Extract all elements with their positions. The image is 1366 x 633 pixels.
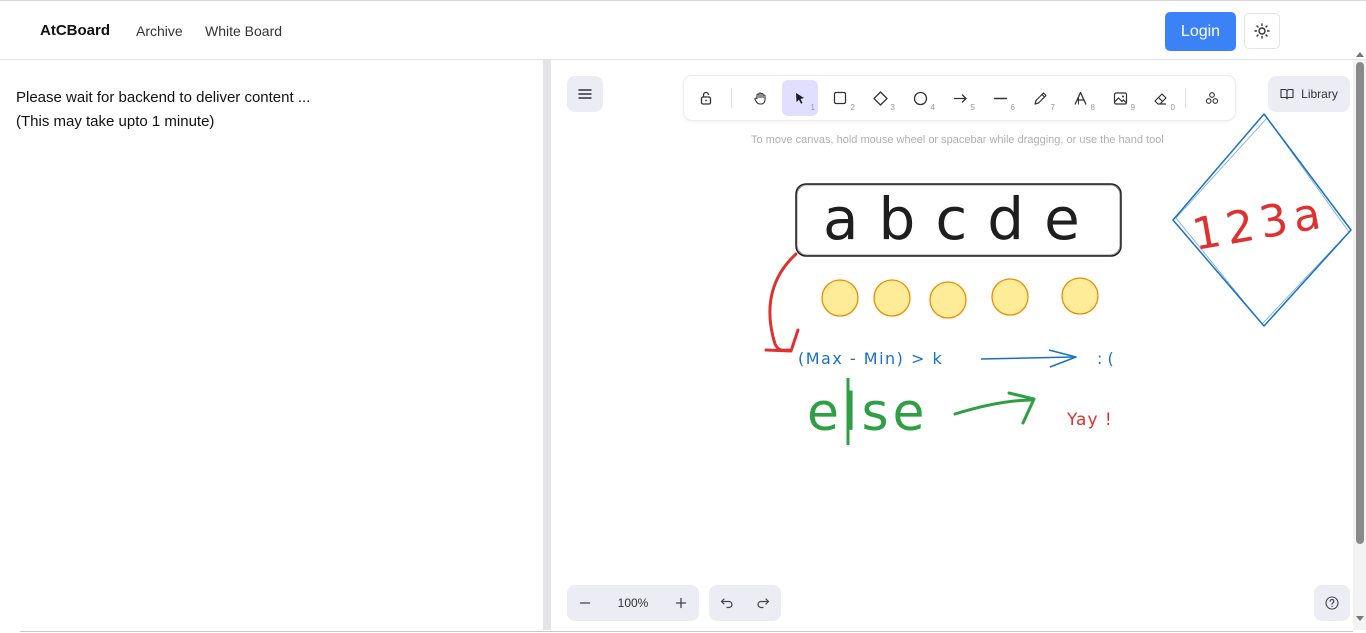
redo-button[interactable] — [745, 585, 781, 621]
tool-shortcut: 0 — [1170, 103, 1175, 112]
minus-icon — [579, 602, 591, 604]
tool-pencil[interactable]: 7 — [1022, 80, 1058, 116]
tool-lock[interactable] — [688, 80, 724, 116]
theme-toggle-button[interactable] — [1244, 13, 1280, 49]
tool-shortcut: 5 — [970, 103, 975, 112]
circle-4 — [991, 278, 1029, 316]
content-pane: Please wait for backend to deliver conte… — [0, 60, 543, 633]
circle-5 — [1061, 277, 1099, 315]
nav-link-white-board[interactable]: White Board — [205, 23, 282, 39]
shapes-icon — [1205, 92, 1219, 104]
sun-icon — [1254, 23, 1270, 39]
tool-rectangle[interactable]: 2 — [822, 80, 858, 116]
zoom-in-button[interactable] — [663, 585, 699, 621]
box-handwritten-text: abcde — [823, 185, 1100, 253]
tool-shortcut: 8 — [1090, 103, 1095, 112]
circle-3 — [929, 281, 967, 319]
loading-submessage: (This may take upto 1 minute) — [16, 113, 215, 130]
library-label: Library — [1301, 87, 1338, 101]
whiteboard-canvas[interactable]: abcde 123a (Max - Min) > k : ( else Yay … — [551, 60, 1353, 630]
undo-icon — [720, 598, 733, 609]
window-bottom-border — [20, 631, 1353, 632]
line-icon — [993, 97, 1007, 99]
tool-diamond[interactable]: 3 — [862, 80, 898, 116]
zoom-level[interactable]: 100% — [603, 585, 663, 621]
tool-shortcut: 1 — [810, 103, 815, 112]
blue-arrow — [980, 356, 1074, 360]
undo-button[interactable] — [709, 585, 745, 621]
tool-image[interactable]: 9 — [1102, 80, 1138, 116]
canvas-hint: To move canvas, hold mouse wheel or spac… — [751, 134, 1164, 146]
yellow-circles — [821, 277, 1099, 319]
pane-resize-handle[interactable] — [543, 60, 551, 630]
scroll-up-arrow[interactable] — [1356, 52, 1364, 57]
circle-1 — [821, 279, 859, 317]
lock-icon — [700, 91, 712, 105]
book-open-icon — [1280, 88, 1294, 100]
diamond-handwritten-text: 123a — [1188, 187, 1330, 261]
scrollbar-thumb[interactable] — [1356, 62, 1364, 544]
redo-icon — [757, 598, 770, 609]
eraser-icon — [1153, 92, 1167, 105]
rectangle-icon — [833, 91, 847, 105]
zoom-controls: 100% — [567, 585, 699, 621]
hamburger-icon — [578, 89, 592, 99]
brand-logo[interactable]: AtCBoard — [40, 22, 110, 39]
green-arrow — [953, 398, 1035, 416]
circle-2 — [873, 279, 911, 317]
tool-shortcut: 4 — [930, 103, 935, 112]
plus-icon — [675, 597, 687, 609]
tool-shortcut: 3 — [890, 103, 895, 112]
formula-text: (Max - Min) > k — [798, 349, 943, 368]
tool-shortcut: 2 — [850, 103, 855, 112]
image-icon — [1113, 91, 1127, 105]
tool-hand[interactable] — [742, 80, 778, 116]
toolbar-separator — [1185, 88, 1186, 108]
page-scrollbar[interactable] — [1353, 52, 1366, 630]
tool-shortcut: 7 — [1050, 103, 1055, 112]
selection-icon — [796, 93, 804, 104]
nav-link-archive[interactable]: Archive — [136, 23, 183, 39]
login-button[interactable]: Login — [1165, 12, 1236, 51]
zoom-out-button[interactable] — [567, 585, 603, 621]
tool-eraser[interactable]: 0 — [1142, 80, 1178, 116]
arrow-icon — [953, 93, 967, 103]
help-icon — [1325, 596, 1339, 610]
diamond-icon — [872, 90, 888, 106]
tool-arrow[interactable]: 5 — [942, 80, 978, 116]
toolbar-separator — [731, 88, 732, 108]
text-icon — [1073, 91, 1087, 105]
sad-text: : ( — [1097, 349, 1114, 368]
loading-message: Please wait for backend to deliver conte… — [16, 89, 311, 106]
tool-ellipse[interactable]: 4 — [902, 80, 938, 116]
tool-line[interactable]: 6 — [982, 80, 1018, 116]
scroll-down-arrow[interactable] — [1356, 616, 1364, 621]
hand-icon — [753, 91, 766, 105]
tool-text[interactable]: 8 — [1062, 80, 1098, 116]
tool-selection[interactable]: 1 — [782, 80, 818, 116]
library-button[interactable]: Library — [1268, 76, 1350, 112]
tool-extra-shapes[interactable] — [1194, 80, 1230, 116]
else-text: else — [807, 383, 929, 443]
pencil-icon — [1033, 91, 1047, 105]
top-navbar: AtCBoard Archive White Board Login — [0, 3, 1366, 60]
main-menu-button[interactable] — [567, 76, 603, 112]
history-controls — [709, 585, 781, 621]
yay-text: Yay ! — [1066, 410, 1113, 430]
drawing-toolbar: 1 2 3 4 5 6 7 8 9 0 — [684, 76, 1235, 120]
red-curved-arrow — [768, 252, 798, 352]
tool-shortcut: 9 — [1130, 103, 1135, 112]
help-button[interactable] — [1314, 585, 1350, 621]
tool-shortcut: 6 — [1010, 103, 1015, 112]
ellipse-icon — [913, 91, 927, 105]
